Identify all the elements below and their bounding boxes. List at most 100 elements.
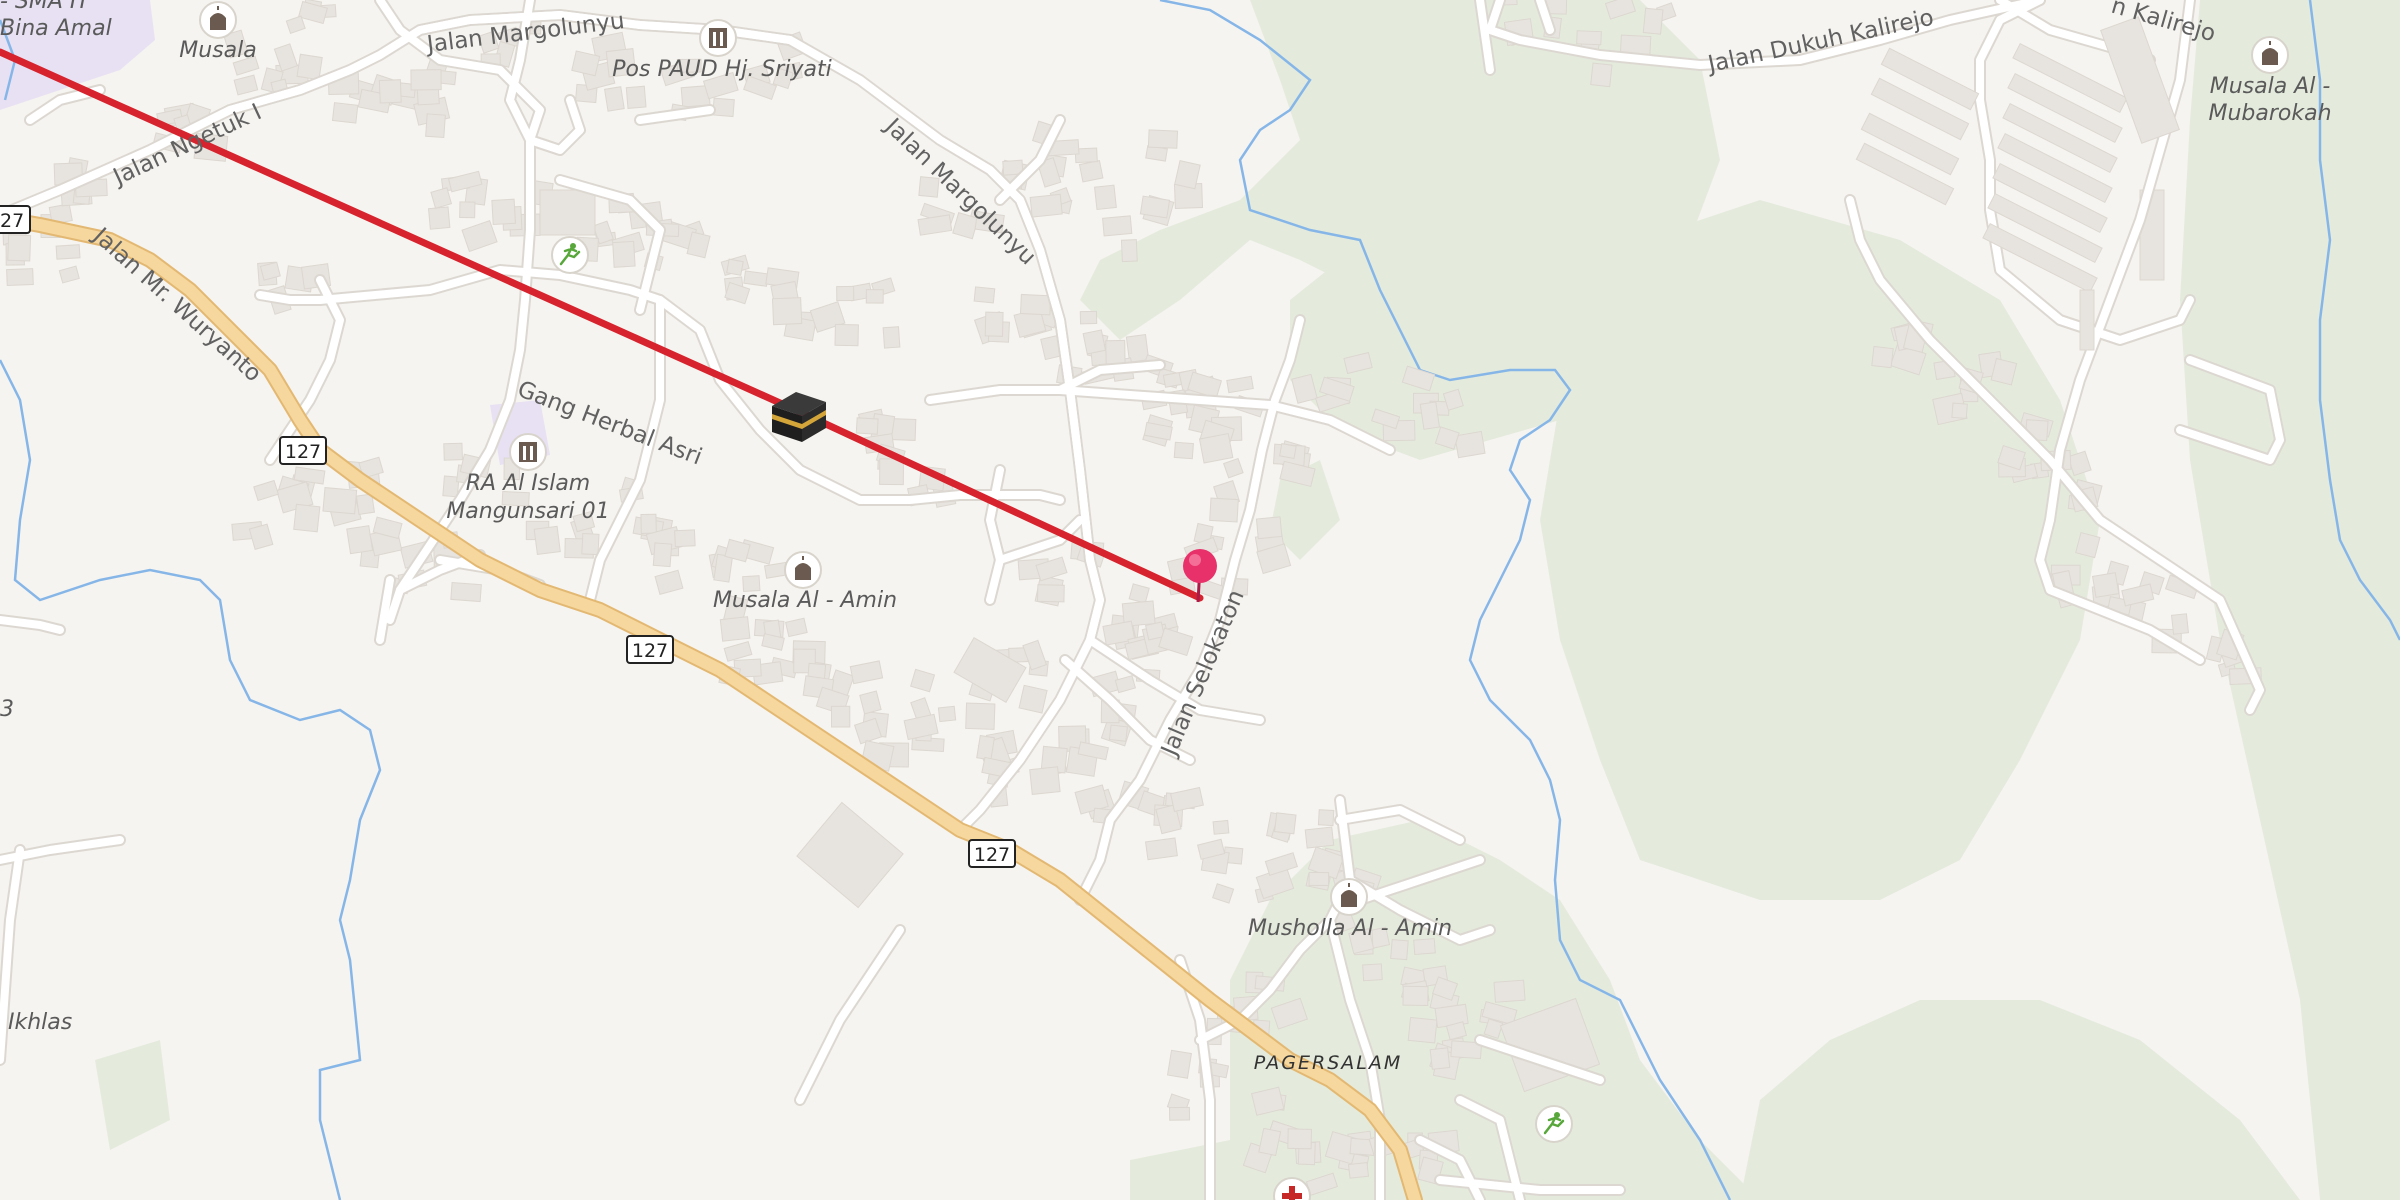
- building: [1642, 7, 1664, 35]
- poi-label-bina-amal: Bina Amal: [0, 16, 112, 41]
- building: [459, 201, 476, 219]
- building: [1347, 1161, 1370, 1179]
- mosque-icon[interactable]: [1330, 878, 1368, 916]
- building: [1198, 432, 1234, 464]
- route-shield-label: 27: [0, 210, 24, 232]
- map-canvas[interactable]: Jalan Margolunyu Jalan Margolunyu Jalan …: [0, 0, 2400, 1200]
- building: [450, 581, 482, 603]
- building: [976, 734, 995, 761]
- school-icon[interactable]: [699, 19, 737, 57]
- building: [378, 79, 402, 104]
- building: [625, 85, 647, 109]
- building: [1493, 979, 1526, 1003]
- building: [973, 286, 996, 304]
- building: [965, 702, 996, 730]
- building: [1139, 195, 1171, 219]
- building: [1429, 1047, 1451, 1070]
- building: [719, 616, 751, 642]
- building: [674, 529, 696, 548]
- building: [1079, 310, 1098, 325]
- building: [836, 285, 855, 302]
- route-shield-label: 127: [974, 844, 1010, 866]
- building: [1362, 963, 1383, 982]
- building: [1871, 345, 1894, 369]
- poi-label-ra-al-islam-2: Mangunsari 01: [446, 499, 609, 524]
- building: [1093, 184, 1117, 211]
- building: [533, 525, 561, 556]
- map-view[interactable]: Jalan Margolunyu Jalan Margolunyu Jalan …: [0, 0, 2400, 1200]
- route-shield-27-edge: 27: [0, 205, 31, 234]
- building: [1390, 939, 1409, 961]
- building: [443, 442, 463, 461]
- poi-label-pos-paud: Pos PAUD Hj. Sriyati: [612, 57, 831, 82]
- building: [1454, 430, 1486, 459]
- building: [427, 206, 451, 230]
- building: [1037, 584, 1065, 603]
- building: [712, 97, 735, 118]
- poi-label-musholla-al-amin: Musholla Al - Amin: [1248, 916, 1452, 941]
- building: [1951, 402, 1968, 419]
- building: [1173, 441, 1194, 460]
- building: [1029, 766, 1061, 796]
- building: [1576, 30, 1602, 46]
- building: [1147, 129, 1179, 149]
- route-shield-label: 127: [632, 640, 668, 662]
- building-large: [539, 189, 596, 236]
- building: [652, 542, 673, 568]
- building: [1317, 809, 1335, 827]
- building: [1279, 443, 1297, 459]
- building: [1018, 684, 1048, 714]
- poi-label-musala-al-mubarokah: Musala Al -: [2210, 74, 2331, 99]
- building: [1082, 329, 1107, 355]
- route-shield-127-b: 127: [626, 635, 674, 664]
- building: [937, 705, 957, 723]
- building: [1120, 239, 1138, 263]
- building: [2170, 613, 2190, 635]
- building: [713, 553, 734, 583]
- building: [726, 258, 744, 276]
- building: [603, 86, 625, 112]
- building: [6, 268, 34, 287]
- school-icon[interactable]: [509, 433, 547, 471]
- building: [2091, 572, 2120, 598]
- sport-icon[interactable]: [551, 236, 589, 274]
- building: [1419, 401, 1441, 430]
- building: [1590, 62, 1613, 88]
- building: [7, 234, 32, 262]
- poi-label-edge: 3: [0, 697, 14, 722]
- poi-label-musala-al-mubarokah-2: Mubarokah: [2208, 101, 2331, 126]
- building: [1308, 871, 1330, 886]
- building: [855, 417, 879, 435]
- poi-label-sma: - SMA IT: [0, 0, 91, 14]
- building: [1102, 215, 1133, 237]
- poi-label-ikhlas: Ikhlas: [8, 1010, 72, 1035]
- poi-label-musala: Musala: [179, 38, 256, 63]
- building: [1255, 516, 1283, 540]
- building: [1166, 1049, 1193, 1079]
- building: [771, 297, 803, 326]
- route-shield-127-c: 127: [968, 839, 1016, 868]
- sport-icon[interactable]: [1535, 1105, 1573, 1143]
- building: [1990, 357, 2018, 386]
- building: [331, 102, 359, 124]
- building: [1144, 837, 1178, 861]
- building: [1304, 826, 1335, 849]
- poi-label-musala-al-amin: Musala Al - Amin: [713, 588, 897, 613]
- route-shield-label: 127: [285, 441, 321, 463]
- building: [865, 289, 884, 304]
- building: [1169, 1106, 1191, 1121]
- place-label-pagersalam: PAGERSALAM: [1254, 1052, 1402, 1074]
- building: [55, 244, 81, 260]
- building: [1019, 293, 1052, 316]
- poi-label-ra-al-islam: RA Al Islam: [466, 471, 590, 496]
- mosque-icon[interactable]: [2251, 36, 2289, 74]
- building: [1407, 1016, 1438, 1044]
- building: [322, 487, 358, 515]
- building: [1402, 985, 1429, 1006]
- mosque-icon[interactable]: [199, 1, 237, 39]
- building: [1209, 497, 1239, 523]
- building: [1108, 724, 1128, 742]
- building: [296, 53, 323, 81]
- building: [346, 525, 374, 555]
- mosque-icon[interactable]: [784, 551, 822, 589]
